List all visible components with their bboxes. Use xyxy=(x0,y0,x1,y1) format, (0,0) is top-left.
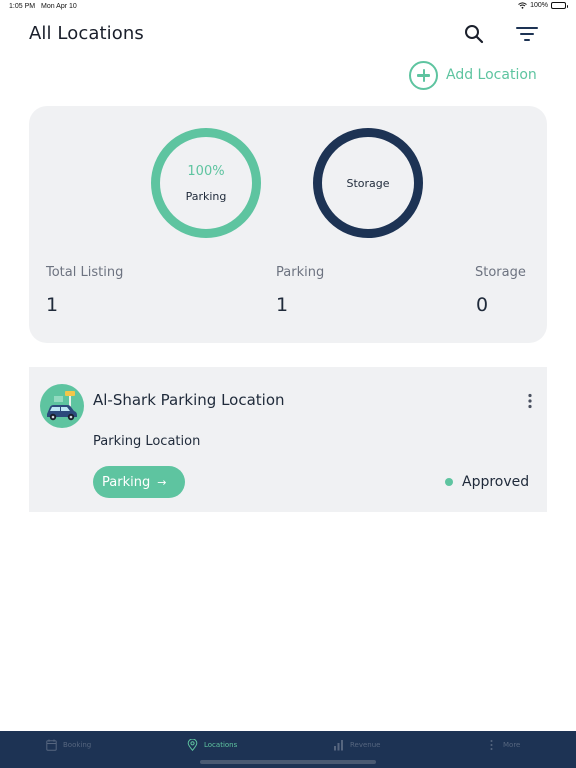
search-icon[interactable] xyxy=(464,24,484,44)
nav-label: Locations xyxy=(204,741,238,749)
parking-ring-percent: 100% xyxy=(187,163,225,179)
nav-item-revenue[interactable]: Revenue xyxy=(333,739,381,751)
nav-label: Booking xyxy=(63,741,92,749)
car-parking-icon xyxy=(40,384,84,428)
nav-item-booking[interactable]: Booking xyxy=(46,739,91,751)
location-card[interactable]: Al-Shark Parking Location Parking Locati… xyxy=(29,367,547,512)
location-pin-icon xyxy=(187,739,198,751)
filter-icon[interactable] xyxy=(516,26,538,42)
location-subtitle: Parking Location xyxy=(93,434,201,449)
parking-type-button[interactable]: Parking → xyxy=(93,466,185,498)
status-date: Mon Apr 10 xyxy=(41,3,77,10)
status-right: 100% xyxy=(518,2,568,9)
summary-card: 100% Parking Storage Total Listing 1 Par… xyxy=(29,106,547,343)
stat-value: 1 xyxy=(46,294,59,316)
wifi-icon xyxy=(518,2,527,9)
battery-icon xyxy=(551,2,568,9)
status-badge: Approved xyxy=(445,474,529,490)
bar-chart-icon xyxy=(334,740,343,751)
status-text: Approved xyxy=(462,474,530,490)
stat-parking: Parking 1 xyxy=(276,265,324,316)
location-title: Al-Shark Parking Location xyxy=(93,391,285,409)
storage-ring: Storage xyxy=(313,128,423,238)
stat-storage: Storage 0 xyxy=(475,265,526,316)
more-options-icon[interactable] xyxy=(526,393,534,409)
add-circle-icon xyxy=(409,60,438,90)
stat-total-listing: Total Listing 1 xyxy=(46,265,123,316)
nav-item-locations[interactable]: Locations xyxy=(187,739,237,751)
arrow-right-icon: → xyxy=(157,475,167,489)
battery-percent: 100% xyxy=(530,2,548,9)
add-location-label: Add Location xyxy=(446,67,537,83)
nav-item-more[interactable]: More xyxy=(486,739,520,751)
stat-label: Total Listing xyxy=(46,265,124,280)
parking-ring-label: Parking xyxy=(185,189,227,203)
nav-label: Revenue xyxy=(350,741,381,749)
stat-value: 0 xyxy=(476,294,489,316)
stat-label: Storage xyxy=(475,265,526,280)
home-indicator xyxy=(200,760,376,764)
stat-label: Parking xyxy=(276,265,325,280)
status-dot-icon xyxy=(445,478,453,486)
parking-ring: 100% Parking xyxy=(151,128,261,238)
more-vertical-icon xyxy=(490,740,493,750)
nav-label: More xyxy=(503,741,521,749)
storage-ring-label: Storage xyxy=(346,176,390,190)
parking-type-label: Parking xyxy=(102,474,151,490)
page-title: All Locations xyxy=(29,23,144,44)
add-location-button[interactable]: Add Location xyxy=(409,60,537,90)
stat-value: 1 xyxy=(276,294,289,316)
status-bar: 1:05 PM Mon Apr 10 100% xyxy=(0,0,576,14)
status-time: 1:05 PM xyxy=(9,3,36,10)
calendar-icon xyxy=(46,739,57,751)
